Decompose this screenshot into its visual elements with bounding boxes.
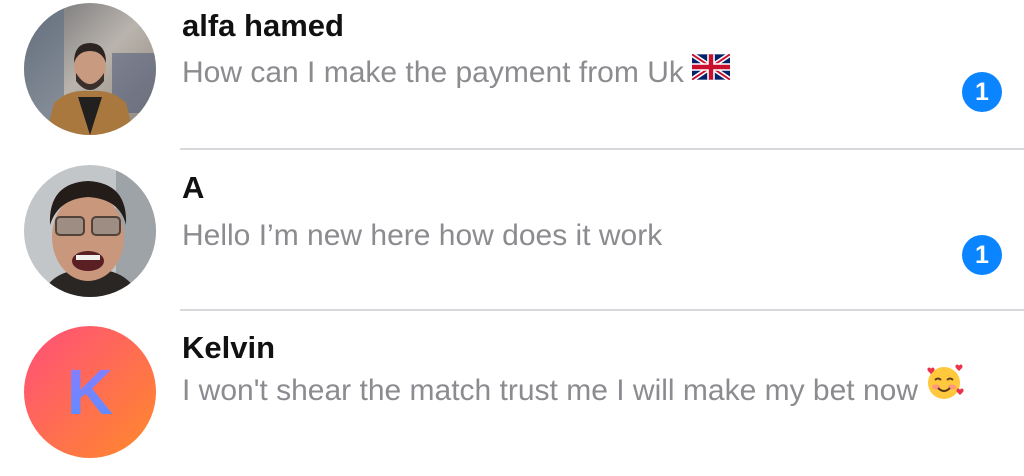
- contact-name: Kelvin: [182, 330, 276, 365]
- avatar-letter: K: [67, 356, 113, 428]
- message-preview-text: Hello I’m new here how does it work: [182, 219, 663, 252]
- unread-badge: 1: [962, 235, 1002, 275]
- message-preview: How can I make the payment from Uk: [182, 50, 732, 94]
- conversation-row-a[interactable]: A Hello I’m new here how does it work 1: [0, 150, 1024, 310]
- avatar[interactable]: [24, 3, 156, 135]
- message-preview: Hello I’m new here how does it work: [182, 215, 662, 257]
- message-preview-text: How can I make the payment from Uk: [182, 56, 684, 89]
- avatar[interactable]: [24, 165, 156, 297]
- uk-flag-icon: [690, 50, 732, 92]
- avatar[interactable]: K: [24, 326, 156, 458]
- smiling-face-with-hearts-icon: [924, 362, 964, 414]
- contact-name: alfa hamed: [182, 8, 344, 43]
- contact-name: A: [182, 170, 205, 205]
- chat-list: alfa hamed How can I make the payment fr…: [0, 0, 1024, 476]
- message-preview: I won't shear the match trust me I will …: [182, 364, 1012, 414]
- conversation-row-alfa-hamed[interactable]: alfa hamed How can I make the payment fr…: [0, 0, 1024, 150]
- conversation-row-kelvin[interactable]: K Kelvin I won't shear the match trust m…: [0, 310, 1024, 476]
- unread-badge: 1: [962, 72, 1002, 112]
- message-preview-text: I won't shear the match trust me I will …: [182, 374, 918, 407]
